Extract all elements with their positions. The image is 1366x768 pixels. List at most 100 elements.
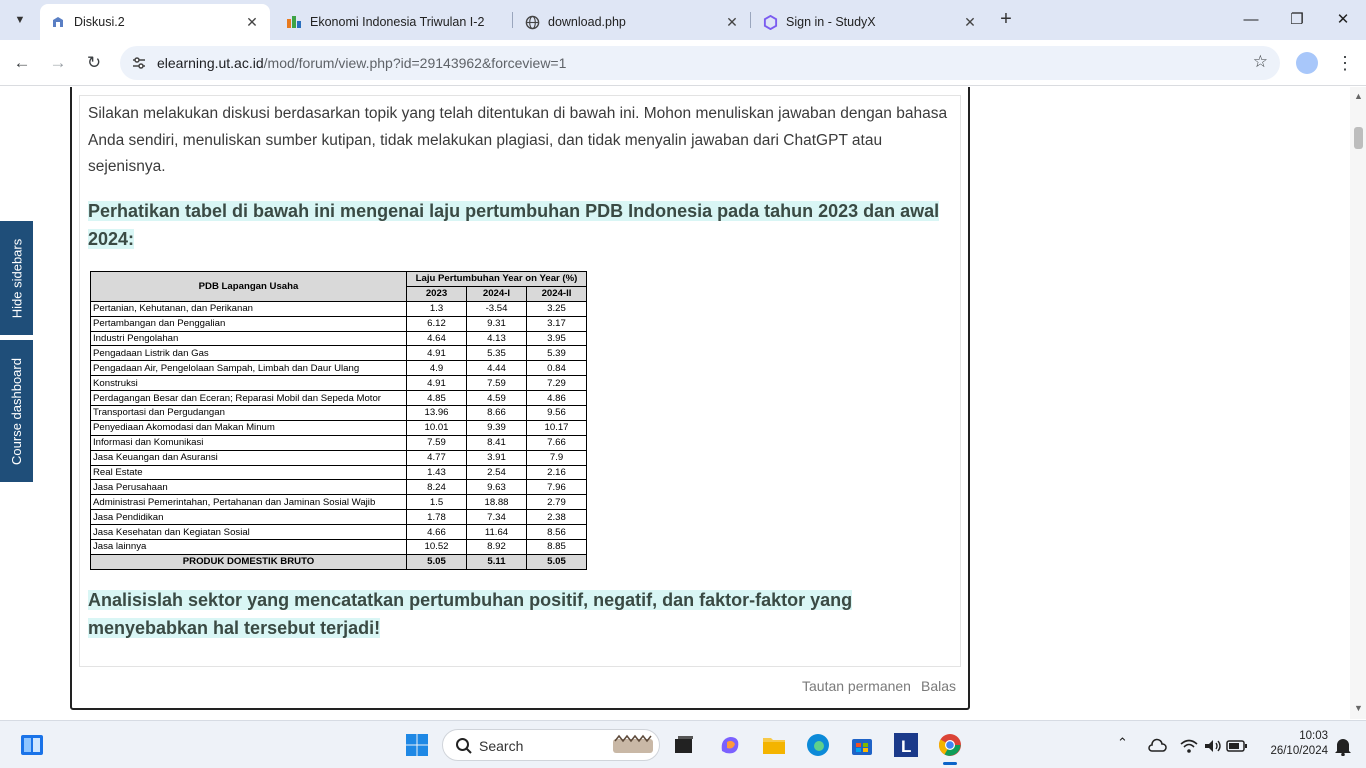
permalink-link[interactable]: Tautan permanen: [802, 678, 911, 694]
question-1: Perhatikan tabel di bawah ini mengenai l…: [88, 197, 948, 253]
value-cell: 3.95: [526, 330, 587, 347]
search-label: Search: [479, 738, 524, 754]
chrome-icon[interactable]: [938, 733, 962, 757]
sector-cell: Perdagangan Besar dan Eceran; Reparasi M…: [90, 390, 407, 407]
scroll-up-icon[interactable]: ▲: [1354, 91, 1363, 101]
table-row: Transportasi dan Pergudangan 13.96 8.66 9.5…: [90, 405, 587, 421]
volume-icon[interactable]: [1201, 734, 1225, 758]
value-cell: 9.56: [526, 405, 587, 421]
profile-avatar-icon[interactable]: [1296, 52, 1318, 74]
windows-taskbar: Search L ⌃ 10:03 26/10/2024: [0, 720, 1366, 768]
scrollbar-thumb[interactable]: [1354, 127, 1363, 149]
value-cell: 2.54: [466, 464, 527, 481]
tab-diskusi[interactable]: Diskusi.2 ✕: [40, 4, 270, 40]
tab-title: download.php: [548, 15, 626, 29]
value-cell: 4.91: [406, 375, 467, 392]
minimize-icon[interactable]: —: [1236, 6, 1266, 34]
total-value-cell: 5.05: [406, 553, 467, 570]
site-settings-icon[interactable]: [130, 54, 148, 72]
tab-title: Ekonomi Indonesia Triwulan I-2: [310, 15, 485, 29]
bookmark-star-icon[interactable]: ☆: [1253, 52, 1268, 72]
page-scrollbar[interactable]: ▲ ▼: [1350, 87, 1366, 719]
clock-date: 26/10/2024: [1270, 745, 1328, 757]
tab-search-chevron-icon[interactable]: ▼: [8, 8, 32, 32]
sector-cell: Real Estate: [90, 464, 407, 481]
reload-icon[interactable]: ↻: [81, 50, 107, 76]
value-cell: 2.16: [526, 464, 587, 481]
growth-header: Laju Pertumbuhan Year on Year (%): [406, 271, 587, 287]
value-cell: 2.79: [526, 494, 587, 511]
taskbar-search[interactable]: Search: [442, 729, 660, 761]
sector-cell: Jasa Kesehatan dan Kegiatan Sosial: [90, 524, 407, 541]
tab-title: Sign in - StudyX: [786, 15, 876, 29]
table-row: Jasa Perusahaan 8.24 9.63 7.96: [90, 479, 587, 496]
copilot-icon[interactable]: [718, 733, 742, 757]
value-cell: -3.54: [466, 300, 527, 317]
value-cell: 9.31: [466, 315, 527, 332]
system-clock[interactable]: 10:03 26/10/2024: [1258, 729, 1328, 759]
value-cell: 4.86: [526, 390, 587, 407]
wifi-icon[interactable]: [1177, 734, 1201, 758]
close-window-icon[interactable]: ✕: [1328, 6, 1358, 34]
table-row: Jasa Pendidikan 1.78 7.34 2.38: [90, 509, 587, 526]
restore-icon[interactable]: ❐: [1282, 6, 1312, 34]
table-header-row: PDB Lapangan Usaha Laju Pertumbuhan Year…: [90, 271, 587, 302]
value-cell: 8.66: [466, 405, 527, 421]
table-row: Penyediaan Akomodasi dan Makan Minum 10.0…: [90, 419, 587, 436]
tab-studyx[interactable]: Sign in - StudyX ✕: [752, 4, 988, 40]
clock-time: 10:03: [1299, 730, 1328, 742]
cloud-sync-icon[interactable]: [1145, 734, 1169, 758]
value-cell: 3.91: [466, 449, 527, 466]
value-cell: 4.77: [406, 449, 467, 466]
table-body: Pertanian, Kehutanan, dan Perikanan 1.3 -3…: [90, 300, 587, 570]
address-bar[interactable]: elearning.ut.ac.id/mod/forum/view.php?id…: [120, 46, 1280, 80]
value-cell: 5.39: [526, 345, 587, 362]
total-label: PRODUK DOMESTIK BRUTO: [90, 553, 407, 570]
l-app-icon[interactable]: L: [894, 733, 918, 757]
total-value-cell: 5.05: [526, 553, 587, 570]
battery-icon[interactable]: [1225, 734, 1249, 758]
value-cell: 9.63: [466, 479, 527, 496]
new-tab-button[interactable]: +: [994, 8, 1018, 32]
tab-title: Diskusi.2: [74, 15, 125, 29]
value-cell: 4.64: [406, 330, 467, 347]
close-tab-icon[interactable]: ✕: [724, 14, 740, 31]
total-row: PRODUK DOMESTIK BRUTO 5.05 5.11 5.05: [90, 553, 587, 570]
show-hidden-icons-chevron-icon[interactable]: ⌃: [1117, 735, 1128, 751]
value-cell: 3.17: [526, 315, 587, 332]
sector-cell: Jasa lainnya: [90, 539, 407, 555]
col-2024-ii: 2024-II: [526, 285, 587, 302]
value-cell: 1.78: [406, 509, 467, 526]
value-cell: 4.9: [406, 360, 467, 377]
value-cell: 7.9: [526, 449, 587, 466]
widgets-icon[interactable]: [20, 733, 44, 757]
table-row: Pengadaan Air, Pengelolaan Sampah, Limba…: [90, 360, 587, 377]
sector-cell: Penyediaan Akomodasi dan Makan Minum: [90, 419, 407, 436]
value-cell: 4.91: [406, 345, 467, 362]
value-cell: 1.3: [406, 300, 467, 317]
back-arrow-icon[interactable]: ←: [9, 50, 35, 76]
scroll-down-icon[interactable]: ▼: [1354, 703, 1363, 713]
close-tab-icon[interactable]: ✕: [244, 14, 260, 31]
hide-sidebars-button[interactable]: Hide sidebars: [0, 221, 33, 335]
microsoft-store-icon[interactable]: [850, 733, 874, 757]
tab-strip: ▼ Diskusi.2 ✕ Ekonomi Indonesia Triwulan…: [0, 0, 1366, 40]
sector-cell: Administrasi Pemerintahan, Pertahanan da…: [90, 494, 407, 511]
course-dashboard-label: Course dashboard: [9, 357, 24, 465]
reply-link[interactable]: Balas: [921, 678, 956, 694]
forward-arrow-icon[interactable]: →: [45, 50, 71, 76]
tab-download[interactable]: download.php ✕: [514, 4, 750, 40]
value-cell: 7.59: [406, 434, 467, 451]
task-view-icon[interactable]: [672, 733, 696, 757]
windows-start-icon[interactable]: [405, 733, 429, 757]
browser-menu-icon[interactable]: ⋮: [1336, 50, 1354, 76]
course-dashboard-button[interactable]: Course dashboard: [0, 340, 33, 482]
value-cell: 1.43: [406, 464, 467, 481]
value-cell: 9.39: [466, 419, 527, 436]
tab-ekonomi[interactable]: Ekonomi Indonesia Triwulan I-2: [276, 4, 512, 40]
close-tab-icon[interactable]: ✕: [962, 14, 978, 31]
edge-browser-icon[interactable]: [806, 733, 830, 757]
file-explorer-icon[interactable]: [762, 733, 786, 757]
notification-bell-icon[interactable]: [1331, 734, 1355, 758]
url-text[interactable]: elearning.ut.ac.id/mod/forum/view.php?id…: [157, 55, 566, 71]
